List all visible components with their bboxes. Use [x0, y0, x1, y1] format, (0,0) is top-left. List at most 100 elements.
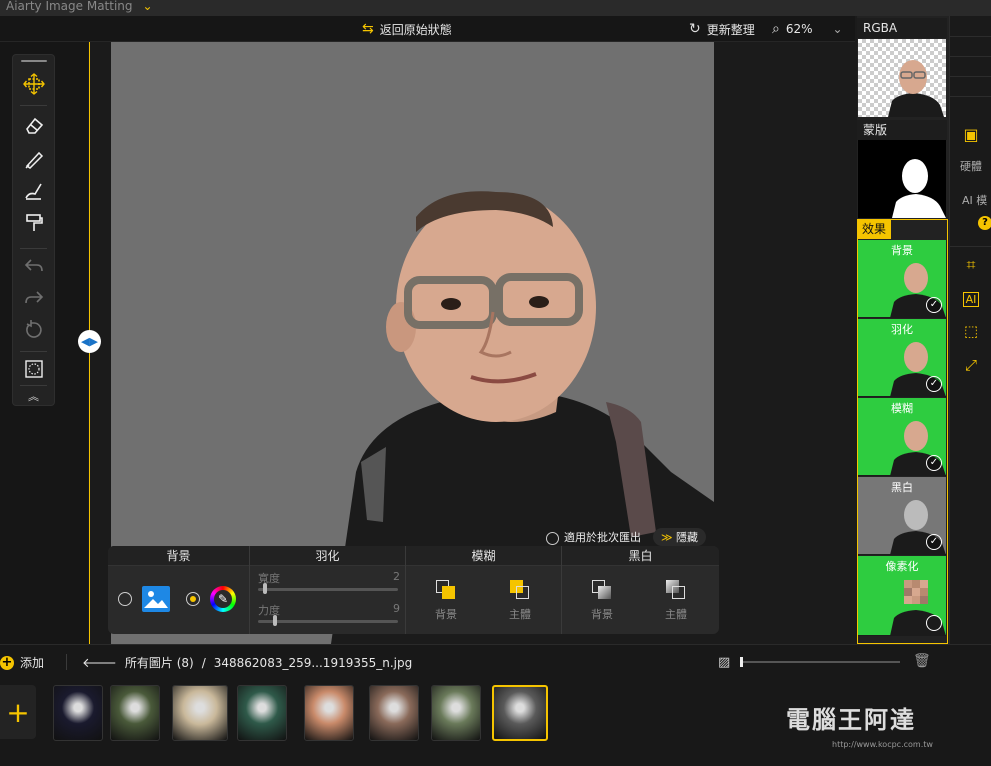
- move-tool[interactable]: [13, 69, 54, 99]
- rgba-preview[interactable]: [858, 39, 946, 117]
- film-thumb-woman-lace[interactable]: [369, 685, 419, 741]
- app-window: Aiarty Image Matting ⌄ ⇆ 返回原始狀態 ↻ 更新整理 ⌕ …: [0, 0, 991, 766]
- film-thumb-jellyfish[interactable]: [53, 685, 103, 741]
- reset-tool[interactable]: [13, 315, 54, 345]
- applied-check-icon: ✓: [926, 534, 942, 550]
- reset-icon: [25, 320, 42, 338]
- effect-feather[interactable]: 羽化 ✓: [858, 319, 946, 397]
- zoom-control[interactable]: ⌕ 62% ⌄: [772, 16, 843, 42]
- crop-edit-button[interactable]: ⌗: [950, 252, 991, 278]
- add-images-button[interactable]: + 添加: [0, 654, 44, 671]
- thumbnail-size-slider[interactable]: ▨: [718, 655, 902, 670]
- fill-tool[interactable]: [13, 176, 54, 206]
- film-thumb-bicycle[interactable]: [172, 685, 228, 741]
- resize-icon: ⤢: [964, 356, 977, 374]
- film-thumb-woman-red-dress-forest[interactable]: [237, 685, 287, 741]
- crop-edit-icon: ⌗: [966, 255, 976, 274]
- color-picker-icon[interactable]: ✎: [210, 586, 236, 612]
- apply-batch-toggle[interactable]: 適用於批次匯出: [546, 529, 641, 545]
- hardness-label: 硬體: [960, 160, 982, 173]
- undo-tool[interactable]: [13, 251, 54, 281]
- effects-thumbs: 背景 ✓ 羽化 ✓ 模糊 ✓ 黑白 ✓ 像素化: [857, 240, 948, 642]
- eraser-tool[interactable]: [13, 110, 54, 140]
- film-thumb-selfie-man[interactable]: [492, 685, 548, 741]
- blur-subject-button[interactable]: 主體: [498, 580, 542, 622]
- feather-width-slider[interactable]: 寬度 2: [258, 570, 400, 594]
- image-model-button[interactable]: ▣: [950, 122, 991, 146]
- redo-tool[interactable]: [13, 283, 54, 313]
- brush-tool[interactable]: [13, 144, 54, 174]
- bw-bg-icon: [590, 580, 614, 602]
- applied-check-icon: ✓: [926, 376, 942, 392]
- image-bg-radio[interactable]: [118, 592, 132, 606]
- bw-background-button[interactable]: 背景: [580, 580, 624, 622]
- plus-icon: +: [0, 654, 14, 670]
- ai-select-button[interactable]: AI: [950, 286, 991, 312]
- refresh-button[interactable]: ↻ 更新整理: [689, 16, 755, 42]
- effect-pixelate[interactable]: 像素化: [858, 556, 946, 636]
- drag-handle[interactable]: [21, 60, 47, 62]
- bw-title: 黑白: [562, 546, 719, 566]
- ai-select-icon: AI: [962, 291, 980, 307]
- applied-check-icon: ✓: [926, 297, 942, 313]
- effect-blur[interactable]: 模糊 ✓: [858, 398, 946, 476]
- hide-label: 隱藏: [676, 531, 699, 544]
- region-select-button[interactable]: ⬚: [950, 318, 991, 344]
- width-value: 2: [393, 570, 400, 583]
- background-title: 背景: [108, 546, 249, 566]
- apply-batch-label: 適用於批次匯出: [564, 531, 641, 544]
- resize-button[interactable]: ⤢: [950, 352, 991, 378]
- smart-brush-icon: [24, 183, 42, 200]
- move-icon: [22, 73, 45, 95]
- double-chevron-up-icon: ︽: [28, 390, 39, 403]
- ai-model-label: AI 模: [962, 194, 988, 207]
- feather-section: 羽化 寬度 2 力度 9: [250, 546, 406, 634]
- redo-icon: [24, 291, 43, 304]
- revert-label: 返回原始狀態: [379, 22, 452, 37]
- unapplied-circle-icon: [926, 615, 942, 631]
- blur-background-button[interactable]: 背景: [424, 580, 468, 622]
- film-thumb-forest-rocks[interactable]: [110, 685, 160, 741]
- trash-icon[interactable]: 🗑: [913, 653, 931, 669]
- double-chevron-down-icon: ≫: [661, 531, 673, 544]
- watermark-text: 電腦王阿達: [786, 706, 916, 734]
- effect-black-white[interactable]: 黑白 ✓: [858, 477, 946, 555]
- film-thumb-woman-white-dress[interactable]: [431, 685, 481, 741]
- revert-button[interactable]: ⇆ 返回原始狀態: [362, 16, 452, 42]
- chevron-down-icon[interactable]: ⌄: [143, 0, 153, 13]
- collapse-tool[interactable]: ︽: [13, 387, 54, 405]
- title-bar: Aiarty Image Matting ⌄: [0, 0, 991, 16]
- filmstrip-add-button[interactable]: +: [0, 685, 36, 739]
- feather-strength-slider[interactable]: 力度 9: [258, 602, 400, 626]
- all-images-link[interactable]: 所有圖片 (8): [125, 654, 194, 671]
- mask-preview[interactable]: [858, 140, 946, 218]
- current-filename: 348862083_259...1919355_n.jpg: [213, 655, 413, 670]
- roller-tool[interactable]: [13, 208, 54, 238]
- blur-section: 模糊 背景 主體: [406, 546, 562, 634]
- blur-bg-label: 背景: [435, 608, 457, 621]
- applied-check-icon: ✓: [926, 455, 942, 471]
- bw-section: 黑白 背景 主體: [562, 546, 719, 634]
- zoom-fit-icon: ⌕: [772, 21, 780, 37]
- bw-subject-button[interactable]: 主體: [654, 580, 698, 622]
- undo-icon: [24, 259, 43, 272]
- roller-icon: [25, 214, 43, 231]
- chevron-down-icon[interactable]: ⌄: [833, 22, 843, 36]
- help-button[interactable]: ?: [950, 214, 991, 232]
- compare-handle[interactable]: ◀▶: [78, 330, 101, 353]
- help-icon: ?: [978, 216, 991, 230]
- blur-subject-label: 主體: [509, 608, 531, 621]
- tool-panel: ︽: [12, 54, 55, 406]
- film-thumb-woman-flowers[interactable]: [304, 685, 354, 741]
- effect-background[interactable]: 背景 ✓: [858, 240, 946, 318]
- color-bg-radio[interactable]: [186, 592, 200, 606]
- mask-view-icon: [24, 360, 43, 378]
- hide-panel-button[interactable]: ≫ 隱藏: [653, 528, 707, 546]
- effects-label: 效果: [857, 220, 891, 239]
- image-bg-icon[interactable]: [142, 586, 170, 612]
- mask-view-tool[interactable]: [13, 354, 54, 384]
- zoom-level: 62%: [785, 22, 813, 36]
- back-arrow-icon[interactable]: 🡐: [82, 655, 117, 671]
- refresh-icon: ↻: [689, 21, 701, 37]
- refresh-label: 更新整理: [706, 22, 755, 37]
